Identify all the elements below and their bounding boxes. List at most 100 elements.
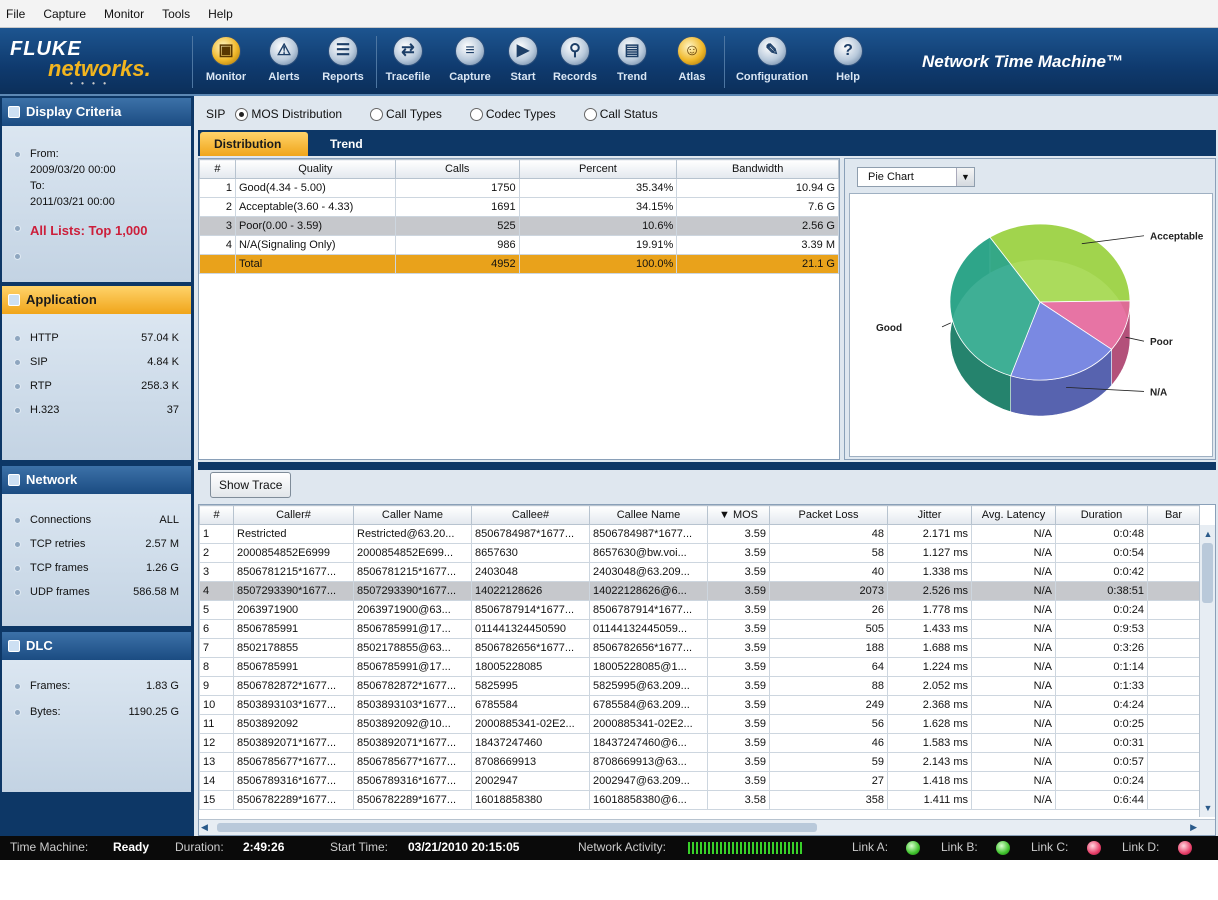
radio-codec-types[interactable]: Codec Types [469,107,556,121]
all-lists-row[interactable]: All Lists: Top 1,000 [10,220,183,242]
radio-label: MOS Distribution [251,107,343,121]
menu-monitor[interactable]: Monitor [102,5,146,23]
dist-col-percent[interactable]: Percent [518,159,678,179]
caller-name-cell: 8506785991@17... [353,657,472,677]
table-row[interactable]: 5 2063971900 2063971900@63... 8506787914*16… [199,600,1200,620]
table-row[interactable]: 14 8506789316*1677... 8506789316*1677... 20… [199,771,1200,791]
calls-col-2[interactable]: Caller Name [353,505,472,525]
calls-col-5[interactable]: ▼ MOS [707,505,770,525]
dist-col-quality[interactable]: Quality [234,159,396,179]
reports-button[interactable]: ☰ Reports [313,36,373,83]
duration-cell: 0:0:24 [1055,600,1148,620]
table-row[interactable]: 13 8506785677*1677... 8506785677*1677... 87… [199,752,1200,772]
menu-tools[interactable]: Tools [160,5,192,23]
app-row-h323[interactable]: H.323 37 [10,398,183,422]
dist-quality-cell: N/A(Signaling Only) [234,235,396,255]
start-button[interactable]: ▶ Start [493,36,553,83]
panel-splitter[interactable] [198,462,1216,470]
table-row[interactable]: 4 N/A(Signaling Only) 986 19.91% 3.39 M [199,235,839,255]
callee-name-cell: 2403048@63.209... [589,562,708,582]
display-criteria-header[interactable]: Display Criteria [2,98,191,126]
atlas-button[interactable]: ☺ Atlas [662,36,722,83]
calls-col-7[interactable]: Jitter [887,505,972,525]
table-row[interactable]: 10 8503893103*1677... 8503893103*1677... 67… [199,695,1200,715]
dlc-header[interactable]: DLC [2,632,191,660]
calls-col-8[interactable]: Avg. Latency [971,505,1056,525]
net-row-tcp-retries[interactable]: TCP retries 2.57 M [10,532,183,556]
table-row[interactable]: 15 8506782289*1677... 8506782289*1677... 16… [199,790,1200,810]
callee-name-cell: 8506782656*1677... [589,638,708,658]
app-row-sip[interactable]: SIP 4.84 K [10,350,183,374]
menu-capture[interactable]: Capture [41,5,88,23]
tab-distribution[interactable]: Distribution [200,132,308,156]
dist-col-bandwidth[interactable]: Bandwidth [676,159,839,179]
scroll-thumb[interactable] [217,823,817,832]
radio-call-types[interactable]: Call Types [370,107,442,121]
all-lists-link[interactable]: All Lists: Top 1,000 [30,223,148,238]
calls-col-4[interactable]: Callee Name [589,505,708,525]
dlc-label: Bytes: [30,706,61,718]
dlc-row-frames[interactable]: Frames: 1.83 G [10,674,183,698]
pie-label-acceptable: Acceptable [1150,232,1204,243]
dist-total-row[interactable]: Total 4952 100.0% 21.1 G [199,254,839,274]
table-row[interactable]: 2 2000854852E6999 2000854852E699... 8657630… [199,543,1200,563]
calls-col-3[interactable]: Callee# [471,505,590,525]
empty-cell [677,293,839,312]
packet-loss-cell: 58 [769,543,888,563]
chart-type-select[interactable]: Pie Chart ▼ [857,167,975,187]
trend-button[interactable]: ▤ Trend [602,36,662,83]
table-row[interactable]: 3 8506781215*1677... 8506781215*1677... 240… [199,562,1200,582]
alerts-button[interactable]: ⚠ Alerts [254,36,314,83]
table-row[interactable]: 4 8507293390*1677... 8507293390*1677... 140… [199,581,1200,601]
dist-col-index[interactable]: # [199,159,236,179]
net-row-connections[interactable]: Connections ALL [10,508,183,532]
table-row[interactable]: 1 Good(4.34 - 5.00) 1750 35.34% 10.94 G [199,178,839,198]
network-header[interactable]: Network [2,466,191,494]
table-row[interactable]: 2 Acceptable(3.60 - 4.33) 1691 34.15% 7.6 G [199,197,839,217]
records-button[interactable]: ⚲ Records [545,36,605,83]
caller-number-cell: 8507293390*1677... [233,581,354,601]
table-row[interactable]: 7 8502178855 8502178855@63... 8506782656*16… [199,638,1200,658]
scroll-left-icon[interactable]: ◀ [201,820,208,835]
monitor-button[interactable]: ▣ Monitor [196,36,256,83]
app-row-http[interactable]: HTTP 57.04 K [10,326,183,350]
application-header[interactable]: Application [2,286,191,314]
show-trace-button[interactable]: Show Trace [210,472,292,498]
row-index-cell: 6 [199,619,234,639]
scroll-up-icon[interactable]: ▲ [1201,527,1215,541]
help-button[interactable]: ? Help [818,36,878,83]
net-row-tcp-frames[interactable]: TCP frames 1.26 G [10,556,183,580]
scroll-down-icon[interactable]: ▼ [1201,801,1215,815]
table-row[interactable]: 9 8506782872*1677... 8506782872*1677... 582… [199,676,1200,696]
horizontal-scrollbar[interactable]: ◀ ▶ [199,819,1215,835]
calls-col-0[interactable]: # [199,505,234,525]
radio-call-status[interactable]: Call Status [583,107,658,121]
net-row-udp-frames[interactable]: UDP frames 586.58 M [10,580,183,604]
table-row[interactable]: 12 8503892071*1677... 8503892071*1677... 18… [199,733,1200,753]
app-row-rtp[interactable]: RTP 258.3 K [10,374,183,398]
table-row[interactable]: 11 8503892092 8503892092@10... 2000885341-0… [199,714,1200,734]
table-row[interactable]: 6 8506785991 8506785991@17... 0114413244505… [199,619,1200,639]
vertical-scrollbar[interactable]: ▲ ▼ [1199,525,1215,817]
table-row[interactable]: 1 Restricted Restricted@63.20... 8506784987… [199,524,1200,544]
chevron-down-icon[interactable]: ▼ [956,168,974,186]
capture-button[interactable]: ≡ Capture [440,36,500,83]
radio-mos-distribution[interactable]: MOS Distribution [235,107,342,121]
dlc-row-bytes[interactable]: Bytes: 1190.25 G [10,700,183,724]
menu-help[interactable]: Help [206,5,235,23]
scroll-right-icon[interactable]: ▶ [1190,820,1197,835]
calls-col-10[interactable]: Bar [1147,505,1200,525]
calls-col-9[interactable]: Duration [1055,505,1148,525]
configuration-button[interactable]: ✎ Configuration [730,36,814,83]
row-index-cell: 11 [199,714,234,734]
dist-col-calls[interactable]: Calls [394,159,520,179]
tracefile-button[interactable]: ⇄ Tracefile [378,36,438,83]
tab-trend[interactable]: Trend [316,132,377,156]
duration-cell: 0:0:31 [1055,733,1148,753]
menu-file[interactable]: File [4,5,27,23]
calls-col-6[interactable]: Packet Loss [769,505,888,525]
calls-col-1[interactable]: Caller# [233,505,354,525]
scroll-thumb[interactable] [1202,543,1213,603]
table-row[interactable]: 3 Poor(0.00 - 3.59) 525 10.6% 2.56 G [199,216,839,236]
table-row[interactable]: 8 8506785991 8506785991@17... 18005228085 18… [199,657,1200,677]
